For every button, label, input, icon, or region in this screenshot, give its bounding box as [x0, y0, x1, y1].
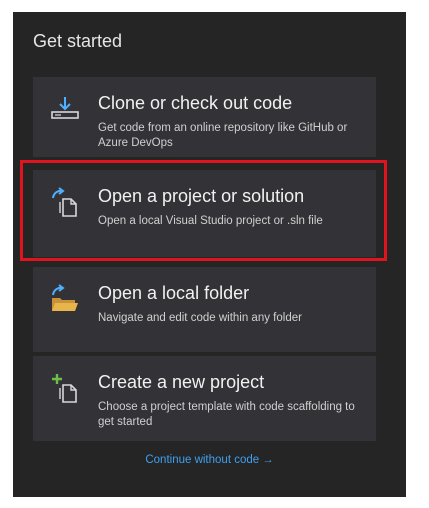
- clone-download-icon: [49, 93, 81, 125]
- card-description: Choose a project template with code scaf…: [98, 401, 355, 428]
- page-title: Get started: [33, 31, 123, 51]
- arrow-right-icon: →: [262, 454, 274, 466]
- card-title: Clone or check out code: [98, 93, 293, 113]
- clone-code-button[interactable]: Clone or check out code Get code from an…: [33, 77, 376, 157]
- card-title: Open a project or solution: [98, 186, 305, 206]
- continue-link-label: Continue without code: [145, 454, 260, 466]
- create-project-button[interactable]: Create a new project Choose a project te…: [33, 356, 376, 441]
- open-folder-icon: [49, 283, 81, 315]
- card-description: Open a local Visual Studio project or .s…: [98, 215, 323, 227]
- open-project-icon: [49, 186, 81, 218]
- open-project-button[interactable]: Open a project or solution Open a local …: [33, 170, 376, 257]
- new-project-icon: [49, 372, 81, 404]
- card-title: Open a local folder: [98, 283, 250, 303]
- get-started-panel: Get started Clone or check out code Get …: [13, 12, 406, 497]
- open-folder-button[interactable]: Open a local folder Navigate and edit co…: [33, 267, 376, 352]
- card-description: Navigate and edit code within any folder: [98, 312, 302, 324]
- card-description: Get code from an online repository like …: [98, 122, 348, 149]
- continue-without-code-link[interactable]: Continue without code →: [13, 454, 406, 466]
- card-title: Create a new project: [98, 372, 265, 392]
